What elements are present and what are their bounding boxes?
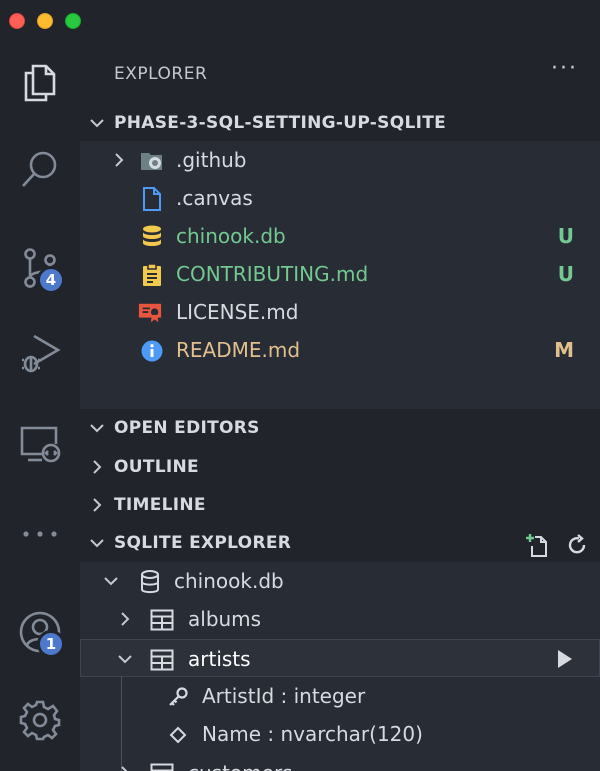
accounts-activity-button[interactable]: 1	[0, 592, 80, 672]
tree-item-readme[interactable]: README.md M	[80, 331, 600, 369]
outline-section-header[interactable]: OUTLINE	[80, 448, 600, 486]
certificate-icon	[138, 301, 162, 325]
sqlite-tree: chinook.db albums artists ArtistId : int…	[80, 562, 600, 771]
chevron-right-icon	[93, 498, 102, 512]
chevron-down-icon	[90, 539, 104, 548]
database-icon	[140, 225, 164, 249]
tree-item-contributing[interactable]: CONTRIBUTING.md U	[80, 255, 600, 293]
run-debug-icon	[22, 334, 61, 373]
source-control-badge: 4	[37, 266, 65, 294]
sqlite-table-customers[interactable]: customers	[80, 754, 600, 771]
remote-explorer-activity-button[interactable]	[0, 404, 80, 484]
sqlite-table-albums[interactable]: albums	[80, 600, 600, 638]
explorer-sidebar: EXPLORER ··· PHASE-3-SQL-SETTING-UP-SQLI…	[80, 42, 600, 771]
open-editors-label: OPEN EDITORS	[114, 418, 260, 438]
sqlite-explorer-label: SQLITE EXPLORER	[114, 533, 292, 553]
tree-item-license[interactable]: LICENSE.md	[80, 293, 600, 331]
refresh-icon[interactable]	[564, 532, 590, 558]
gear-icon	[19, 700, 61, 741]
search-activity-button[interactable]	[0, 130, 80, 210]
file-tree: .github .canvas chinook.db U CONTRIBUTIN…	[80, 141, 600, 409]
table-label: artists	[188, 647, 251, 671]
tree-item-github[interactable]: .github	[80, 141, 600, 179]
file-icon	[140, 187, 164, 211]
window-titlebar	[0, 0, 600, 42]
column-label: ArtistId : integer	[202, 684, 366, 708]
outline-label: OUTLINE	[114, 457, 199, 477]
project-section-label: PHASE-3-SQL-SETTING-UP-SQLITE	[114, 113, 447, 133]
chevron-down-icon	[104, 577, 118, 586]
chevron-right-icon	[115, 153, 124, 167]
file-label: LICENSE.md	[176, 300, 299, 324]
table-label: albums	[188, 607, 262, 631]
clipboard-icon	[140, 263, 164, 287]
database-icon	[138, 570, 162, 594]
git-status-badge: M	[554, 338, 574, 362]
table-label: customers	[188, 761, 293, 771]
chevron-right-icon	[121, 766, 128, 771]
git-status-badge: U	[557, 262, 574, 286]
diamond-icon	[166, 723, 190, 747]
open-editors-section-header[interactable]: OPEN EDITORS	[80, 409, 600, 447]
search-icon	[22, 151, 57, 187]
sqlite-table-artists[interactable]: artists	[80, 639, 600, 677]
new-query-icon[interactable]	[524, 532, 550, 558]
chevron-down-icon	[118, 655, 132, 664]
tree-item-chinook-db[interactable]: chinook.db U	[80, 217, 600, 255]
activity-bar: 4 1	[0, 42, 80, 771]
explorer-title: EXPLORER	[114, 64, 208, 84]
sqlite-explorer-section-header[interactable]: SQLITE EXPLORER	[80, 524, 600, 562]
sqlite-explorer-actions	[524, 532, 590, 558]
close-window-button[interactable]	[9, 13, 25, 29]
file-label: CONTRIBUTING.md	[176, 262, 369, 286]
chevron-right-icon	[93, 460, 102, 474]
remote-explorer-icon	[20, 426, 61, 463]
file-label: chinook.db	[176, 224, 286, 248]
github-folder-icon	[140, 149, 164, 173]
table-icon	[150, 762, 174, 771]
play-icon[interactable]	[553, 648, 575, 670]
manage-activity-button[interactable]	[0, 680, 80, 760]
timeline-section-header[interactable]: TIMELINE	[80, 486, 600, 524]
timeline-label: TIMELINE	[114, 495, 206, 515]
sqlite-column-item[interactable]: ArtistId : integer	[80, 677, 600, 715]
file-label: .canvas	[176, 186, 253, 210]
more-activity-button[interactable]	[0, 494, 80, 574]
key-icon	[166, 685, 190, 709]
minimize-window-button[interactable]	[37, 13, 53, 29]
explorer-more-actions-button[interactable]: ···	[551, 56, 578, 81]
explorer-activity-button[interactable]	[0, 42, 80, 122]
column-label: Name : nvarchar(120)	[202, 722, 423, 746]
sqlite-database-item[interactable]: chinook.db	[80, 562, 600, 600]
project-section-header[interactable]: PHASE-3-SQL-SETTING-UP-SQLITE	[80, 104, 600, 142]
file-label: .github	[176, 148, 247, 172]
tree-item-canvas[interactable]: .canvas	[80, 179, 600, 217]
chevron-right-icon	[121, 612, 130, 626]
file-label: README.md	[176, 338, 301, 362]
files-icon	[24, 64, 56, 102]
info-icon	[140, 339, 164, 363]
run-debug-activity-button[interactable]	[0, 312, 80, 392]
database-label: chinook.db	[174, 569, 284, 593]
more-icon	[23, 531, 57, 537]
sqlite-column-item[interactable]: Name : nvarchar(120)	[80, 715, 600, 753]
table-icon	[150, 648, 174, 672]
accounts-badge: 1	[37, 630, 65, 658]
table-icon	[150, 608, 174, 632]
git-status-badge: U	[557, 224, 574, 248]
chevron-down-icon	[90, 119, 104, 128]
chevron-down-icon	[90, 424, 104, 433]
explorer-header: EXPLORER ···	[80, 42, 600, 104]
maximize-window-button[interactable]	[65, 13, 81, 29]
source-control-activity-button[interactable]: 4	[0, 228, 80, 308]
